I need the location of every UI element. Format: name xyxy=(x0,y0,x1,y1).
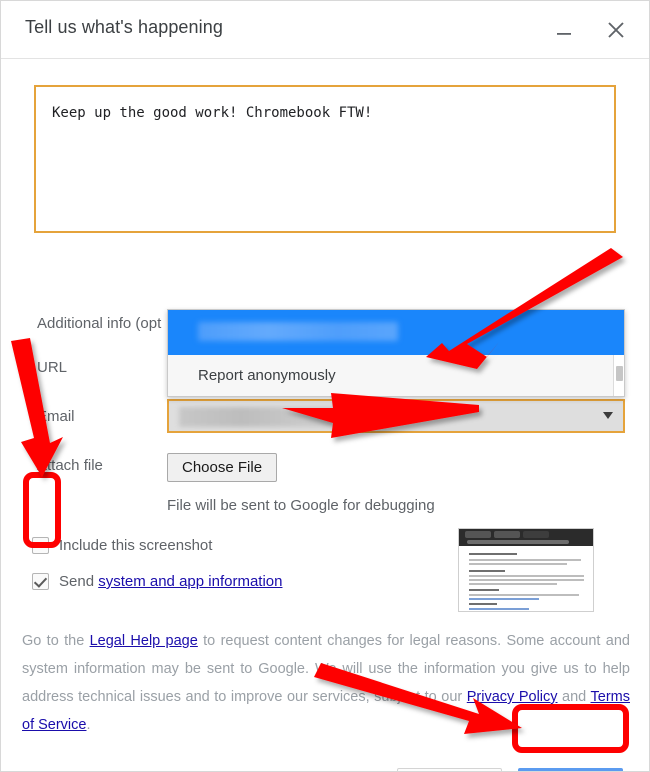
feedback-dialog-window: Tell us what's happening Keep up the goo… xyxy=(0,0,650,772)
include-screenshot-checkbox[interactable] xyxy=(32,537,49,554)
include-screenshot-row[interactable]: Include this screenshot xyxy=(32,537,212,554)
dropdown-option-account-label xyxy=(198,322,398,341)
screenshot-thumbnail xyxy=(458,528,594,612)
legal-part-3: and xyxy=(557,689,591,705)
url-label: URL xyxy=(37,359,68,376)
dropdown-option-account[interactable] xyxy=(168,310,624,355)
file-hint-text: File will be sent to Google for debuggin… xyxy=(167,497,435,514)
email-redacted-value xyxy=(179,407,387,427)
legal-part-1: Go to the xyxy=(22,633,90,649)
send-button[interactable]: Send xyxy=(518,768,623,771)
dialog-body: Keep up the good work! Chromebook FTW! A… xyxy=(1,59,649,771)
choose-file-button[interactable]: Choose File xyxy=(167,453,278,482)
system-and-app-information-link[interactable]: system and app information xyxy=(98,573,282,590)
email-label: Email xyxy=(37,408,75,425)
legal-text: Go to the Legal Help page to request con… xyxy=(22,627,630,739)
minimize-icon xyxy=(557,33,571,35)
attach-file-label: Attach file xyxy=(37,457,103,474)
feedback-textarea[interactable]: Keep up the good work! Chromebook FTW! xyxy=(34,85,616,233)
thumbnail-browser-toolbar xyxy=(459,529,593,546)
email-dropdown-list[interactable]: Report anonymously xyxy=(167,309,625,397)
close-button[interactable] xyxy=(599,13,633,47)
close-icon xyxy=(608,22,624,38)
minimize-button[interactable] xyxy=(547,13,581,47)
dropdown-option-report-anonymously[interactable]: Report anonymously xyxy=(168,355,624,396)
chevron-down-icon xyxy=(603,412,613,419)
feedback-textarea-value: Keep up the good work! Chromebook FTW! xyxy=(52,105,373,121)
send-system-info-label: Send system and app information xyxy=(59,573,282,590)
title-bar: Tell us what's happening xyxy=(1,1,649,59)
privacy-policy-link[interactable]: Privacy Policy xyxy=(467,689,558,705)
send-system-info-row[interactable]: Send system and app information xyxy=(32,573,282,590)
page-title: Tell us what's happening xyxy=(25,17,223,37)
legal-help-page-link[interactable]: Legal Help page xyxy=(90,633,198,649)
dropdown-scrollbar-thumb[interactable] xyxy=(616,366,623,381)
include-screenshot-label: Include this screenshot xyxy=(59,537,213,554)
send-system-info-prefix: Send xyxy=(59,573,99,590)
cancel-button[interactable]: Cancel xyxy=(397,768,502,771)
send-system-info-checkbox[interactable] xyxy=(32,573,49,590)
email-select[interactable] xyxy=(167,399,625,433)
additional-info-label: Additional info (opt xyxy=(37,315,162,332)
dropdown-scrollbar[interactable] xyxy=(613,355,624,396)
legal-part-4: . xyxy=(86,717,91,733)
